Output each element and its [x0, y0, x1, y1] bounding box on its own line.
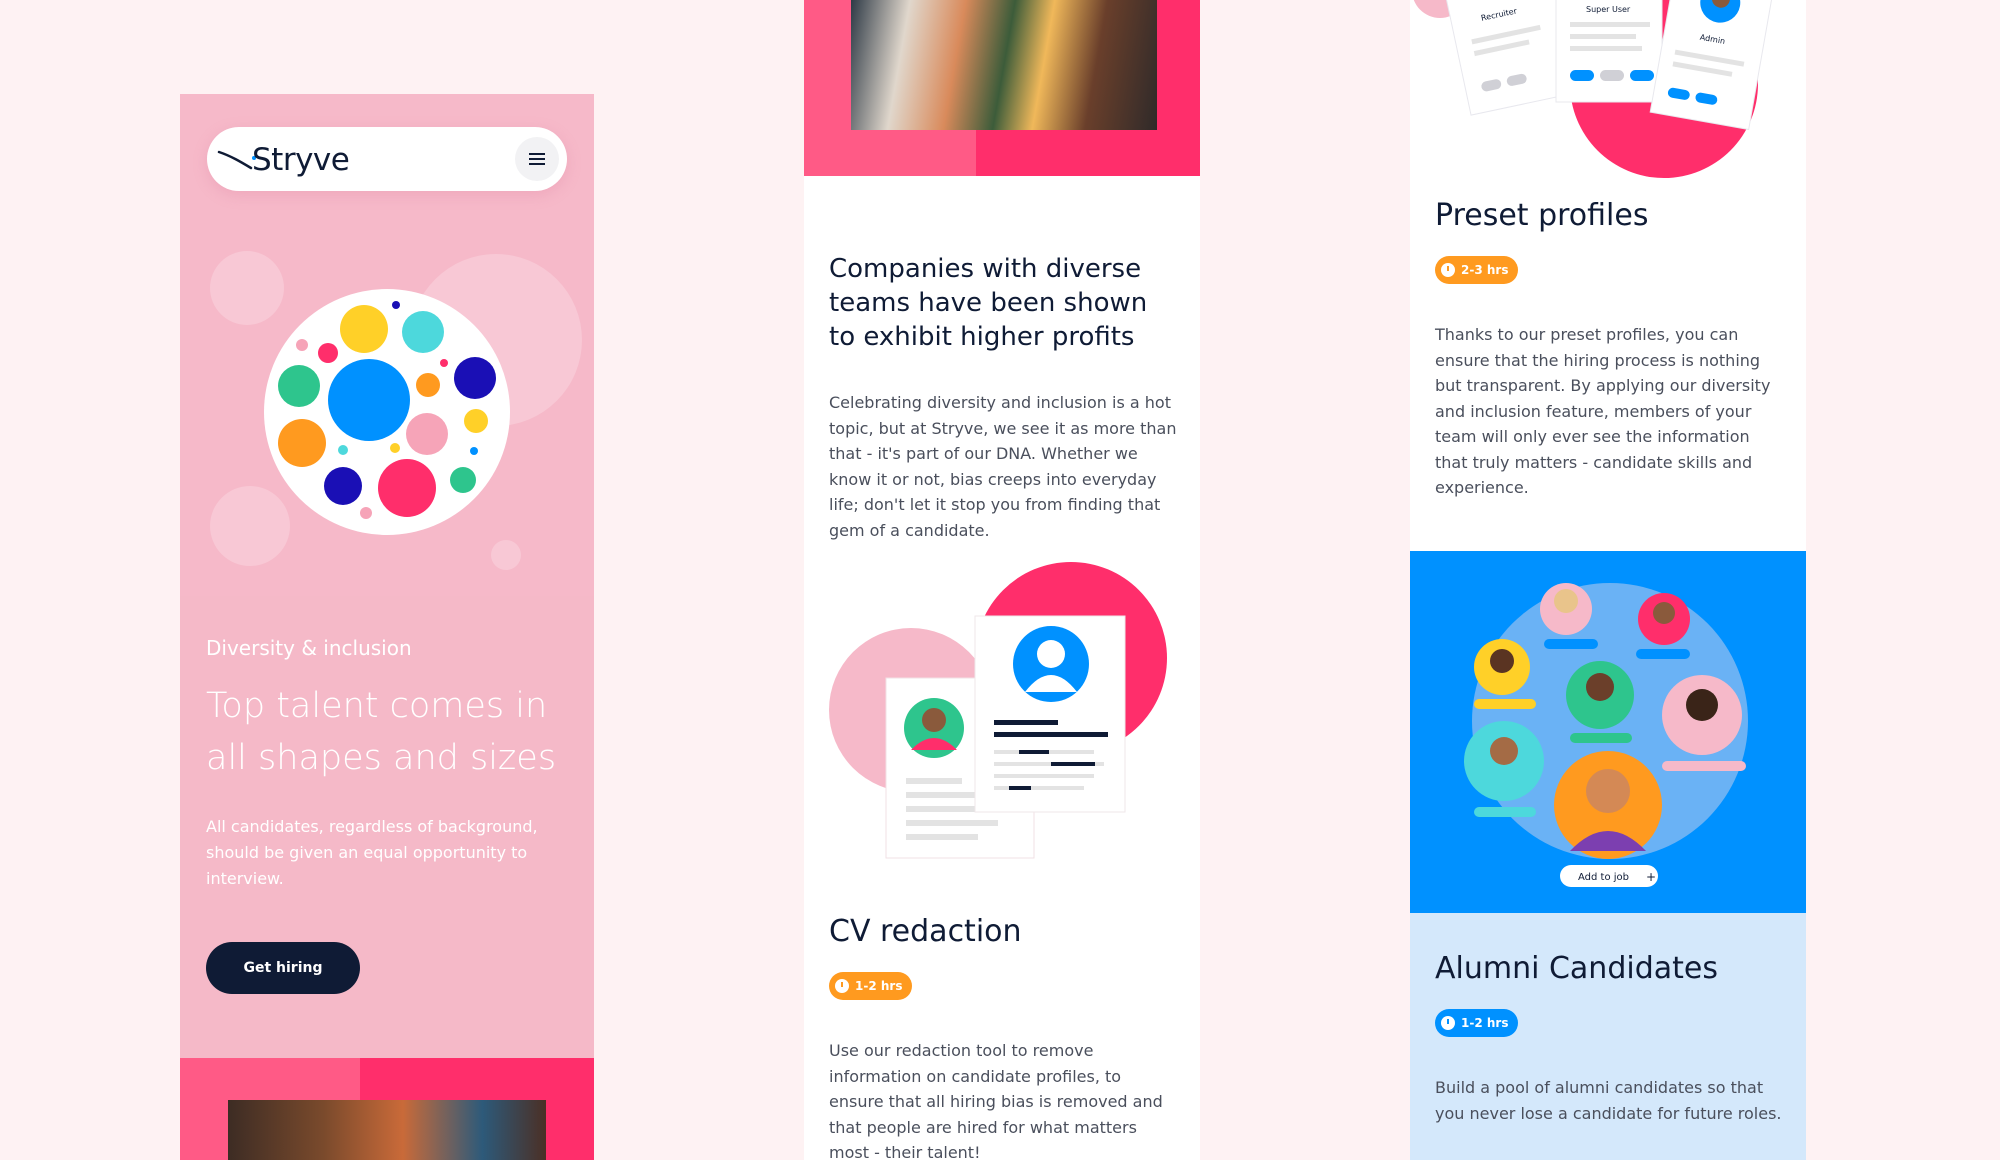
cv-redaction-description: Use our redaction tool to remove informa…	[829, 1041, 1163, 1160]
decor-circle	[210, 486, 290, 566]
badge-label: 2-3 hrs	[1461, 263, 1509, 277]
hero-eyebrow: Diversity & inclusion	[206, 636, 412, 660]
diversity-description: Celebrating diversity and inclusion is a…	[829, 393, 1177, 540]
timer-icon	[1441, 1016, 1455, 1030]
preset-profiles-title: Preset profiles	[1435, 198, 1649, 233]
add-to-job-label: Add to job	[1578, 872, 1629, 883]
team-photo	[851, 0, 1157, 130]
get-hiring-button[interactable]: Get hiring	[206, 942, 360, 994]
menu-button[interactable]	[515, 137, 559, 181]
alumni-network-illustration: Add to job +	[1464, 583, 1748, 887]
logo-text: Stryve	[252, 142, 350, 178]
svg-text:+: +	[1646, 870, 1656, 884]
super-user-label: Super User	[1586, 5, 1631, 14]
cv-redaction-illustration	[829, 562, 1167, 859]
team-photo	[228, 1100, 546, 1160]
diversity-bubbles-illustration	[264, 289, 510, 535]
time-badge: 1-2 hrs	[1435, 1009, 1519, 1037]
mobile-screen-hero: Stryve Diversity & inclusion Top talent …	[180, 94, 594, 1160]
timer-icon	[835, 979, 849, 993]
diversity-title: Companies with diverse teams have been s…	[829, 254, 1148, 352]
decor-circle	[210, 251, 284, 325]
preset-profiles-description: Thanks to our preset profiles, you can e…	[1435, 325, 1771, 497]
preset-profiles-illustration: Recruiter Super User Admin	[1413, 0, 1774, 178]
mobile-screen-features: Recruiter Super User Admin Preset profil…	[1410, 0, 1806, 1160]
badge-label: 1-2 hrs	[1461, 1016, 1509, 1030]
navbar: Stryve	[207, 127, 567, 191]
timer-icon	[1441, 263, 1455, 277]
time-badge: 1-2 hrs	[829, 972, 913, 1000]
hero-content: Diversity & inclusion Top talent comes i…	[180, 596, 594, 1058]
cv-redaction-title: CV redaction	[829, 914, 1022, 949]
alumni-illustration-panel: Add to job +	[1410, 551, 1806, 913]
preset-profiles-section: Recruiter Super User Admin Preset profil…	[1410, 0, 1806, 551]
hero-section: Stryve	[180, 94, 594, 596]
hero-description: All candidates, regardless of background…	[206, 817, 538, 888]
alumni-description: Build a pool of alumni candidates so tha…	[1435, 1078, 1782, 1123]
alumni-title: Alumni Candidates	[1435, 951, 1718, 986]
mobile-screen-diversity: Companies with diverse teams have been s…	[804, 0, 1200, 1160]
hero-title: Top talent comes in all shapes and sizes	[206, 686, 557, 778]
alumni-section: Alumni Candidates 1-2 hrs Build a pool o…	[1410, 913, 1806, 1160]
photo-block	[180, 1058, 594, 1160]
photo-block	[804, 0, 1200, 176]
time-badge: 2-3 hrs	[1435, 256, 1519, 284]
badge-label: 1-2 hrs	[855, 979, 903, 993]
stryve-logo[interactable]: Stryve	[217, 140, 357, 180]
decor-circle	[491, 540, 521, 570]
hamburger-icon	[529, 153, 545, 165]
